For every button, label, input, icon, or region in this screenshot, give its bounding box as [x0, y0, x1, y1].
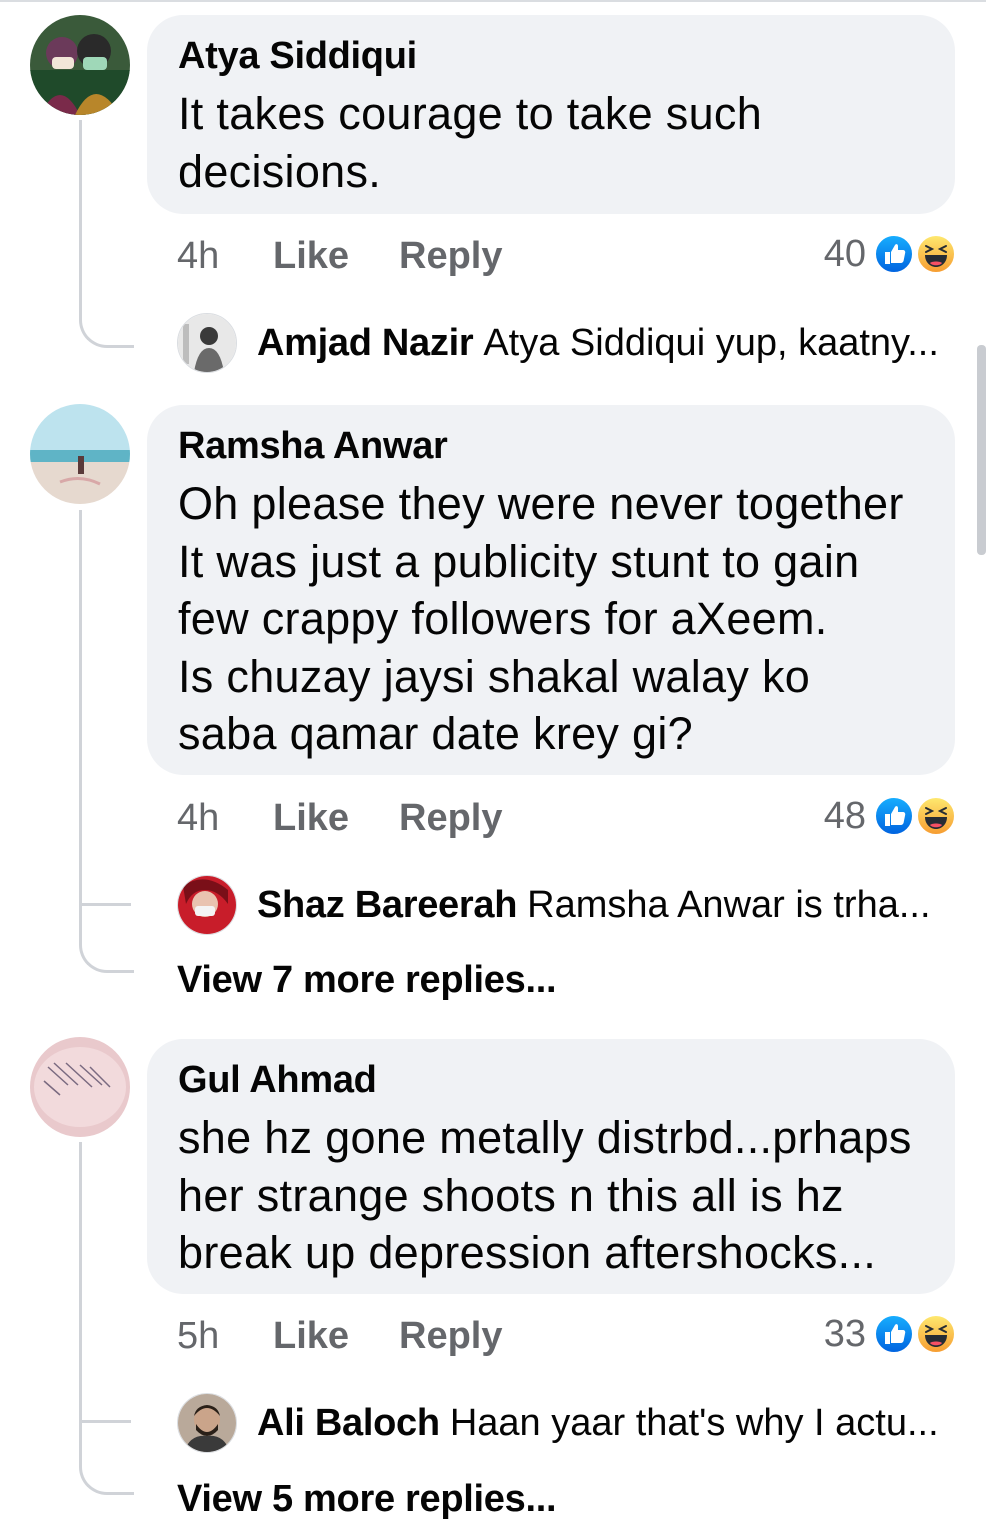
- reply-snippet[interactable]: Ramsha Anwar is trha...: [527, 884, 930, 926]
- like-button[interactable]: Like: [273, 231, 349, 281]
- like-icon: [874, 234, 914, 274]
- reply-text-line: Amjad Nazir Atya Siddiqui yup, kaatny...: [257, 313, 939, 373]
- comment-bubble: Ramsha Anwar Oh please they were never t…: [147, 405, 955, 775]
- comment-bubble: Gul Ahmad she hz gone metally distrbd...…: [147, 1039, 955, 1294]
- avatar-ali-baloch[interactable]: [177, 1393, 237, 1453]
- comment-author[interactable]: Gul Ahmad: [178, 1057, 925, 1103]
- haha-icon: [916, 1314, 956, 1354]
- comment-time[interactable]: 4h: [177, 231, 219, 281]
- like-icon: [874, 796, 914, 836]
- avatar-shaz-bareerah[interactable]: [177, 875, 237, 935]
- reply-button[interactable]: Reply: [399, 793, 502, 843]
- comment-text: Oh please they were never together It was…: [178, 478, 904, 759]
- reply-item[interactable]: Amjad Nazir Atya Siddiqui yup, kaatny...: [177, 313, 957, 373]
- thread-connector: [79, 120, 134, 348]
- comment-text: she hz gone metally distrbd...prhaps her …: [178, 1112, 912, 1278]
- reaction-count: 33: [823, 1313, 866, 1355]
- reply-author[interactable]: Shaz Bareerah: [257, 884, 517, 926]
- reply-item[interactable]: Shaz Bareerah Ramsha Anwar is trha...: [177, 875, 957, 935]
- like-icon: [874, 1314, 914, 1354]
- reply-snippet[interactable]: Atya Siddiqui yup, kaatny...: [483, 322, 939, 364]
- reply-text-line: Ali Baloch Haan yaar that's why I actu...: [257, 1393, 939, 1453]
- top-divider: [0, 0, 986, 2]
- view-more-replies-link[interactable]: View 7 more replies...: [177, 955, 557, 1005]
- thread-connector: [79, 510, 82, 940]
- scrollbar-thumb[interactable]: [977, 345, 986, 555]
- avatar-amjad-nazir[interactable]: [177, 313, 237, 373]
- comment-text: It takes courage to take such decisions.: [178, 88, 763, 197]
- haha-icon: [916, 234, 956, 274]
- reply-item[interactable]: Ali Baloch Haan yaar that's why I actu...: [177, 1393, 957, 1453]
- reply-snippet[interactable]: Haan yaar that's why I actu...: [450, 1402, 939, 1444]
- comment-time[interactable]: 5h: [177, 1311, 219, 1361]
- thread-connector-branch: [82, 1420, 131, 1423]
- reply-text-line: Shaz Bareerah Ramsha Anwar is trha...: [257, 875, 931, 935]
- thread-connector: [79, 1462, 134, 1495]
- comment-time[interactable]: 4h: [177, 793, 219, 843]
- reply-button[interactable]: Reply: [399, 231, 502, 281]
- avatar-ramsha-anwar[interactable]: [30, 404, 130, 504]
- thread-connector: [79, 1142, 82, 1462]
- reply-author[interactable]: Amjad Nazir: [257, 322, 474, 364]
- like-button[interactable]: Like: [273, 1311, 349, 1361]
- comment-author[interactable]: Atya Siddiqui: [178, 33, 925, 79]
- thread-connector: [79, 940, 134, 973]
- thread-connector-branch: [82, 903, 131, 906]
- reaction-summary[interactable]: 33: [756, 1309, 956, 1359]
- comment-bubble: Atya Siddiqui It takes courage to take s…: [147, 15, 955, 214]
- view-more-replies-link[interactable]: View 5 more replies...: [177, 1474, 557, 1524]
- reaction-summary[interactable]: 48: [756, 791, 956, 841]
- reply-author[interactable]: Ali Baloch: [257, 1402, 440, 1444]
- comment-author[interactable]: Ramsha Anwar: [178, 423, 925, 469]
- avatar-gul-ahmad[interactable]: [30, 1037, 130, 1137]
- haha-icon: [916, 796, 956, 836]
- reaction-summary[interactable]: 40: [756, 229, 956, 279]
- like-button[interactable]: Like: [273, 793, 349, 843]
- avatar-atya-siddiqui[interactable]: [30, 15, 130, 115]
- reaction-count: 40: [823, 233, 866, 275]
- reply-button[interactable]: Reply: [399, 1311, 502, 1361]
- reaction-count: 48: [823, 795, 866, 837]
